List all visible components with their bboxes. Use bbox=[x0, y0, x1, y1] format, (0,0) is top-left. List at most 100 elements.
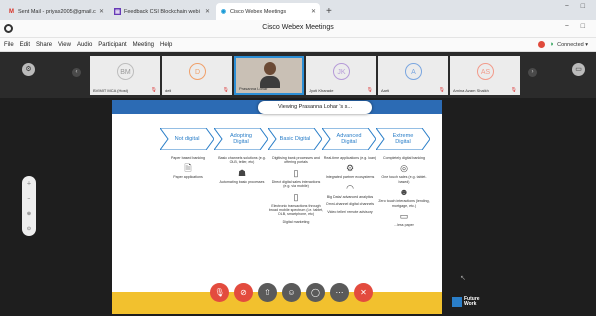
stage-item: Omni-channel digital channels bbox=[325, 202, 375, 207]
menu-edit[interactable]: Edit bbox=[20, 42, 30, 48]
participant-tile[interactable]: JK Jyoti Kharade 🎙 bbox=[306, 56, 376, 95]
scroll-left-icon[interactable]: ‹ bbox=[72, 68, 81, 77]
avatar: JK bbox=[333, 63, 350, 80]
app-window-controls[interactable]: − □ bbox=[565, 23, 590, 30]
connection-status[interactable]: ◗ Connected ▾ bbox=[537, 41, 588, 48]
stage-item: Real-time applications (e.g. loan) bbox=[323, 156, 377, 160]
menu-help[interactable]: Help bbox=[160, 42, 172, 48]
webex-icon: ◉ bbox=[220, 9, 227, 15]
annotate-icon[interactable]: ⊙ bbox=[27, 226, 31, 232]
viewing-banner[interactable]: Viewing Prasanna Lohar 's s... bbox=[258, 101, 372, 114]
muted-mic-icon: 🎙 bbox=[438, 87, 445, 93]
stage-item: Zero touch interactions (lending, mortga… bbox=[378, 199, 430, 208]
avatar: BM bbox=[117, 63, 134, 80]
participant-tile[interactable]: A Aarti 🎙 bbox=[378, 56, 448, 95]
person-icon: ☺ bbox=[287, 288, 296, 297]
leave-button[interactable]: ✕ bbox=[354, 283, 373, 302]
muted-mic-icon: 🎙 bbox=[366, 87, 373, 93]
tab-label: Cisco Webex Meetings bbox=[230, 8, 287, 15]
stage-label: Adopting Digital bbox=[229, 133, 253, 145]
participant-name: Jyoti Kharade bbox=[309, 87, 334, 93]
stage-label: Advanced Digital bbox=[336, 133, 362, 145]
gmail-icon: M bbox=[9, 8, 14, 15]
record-indicator-icon bbox=[537, 41, 545, 48]
zoom-in-icon[interactable]: ＋ bbox=[26, 180, 31, 187]
menu-file[interactable]: File bbox=[4, 42, 14, 48]
participant-name: BVIMIT MCA (Host) bbox=[93, 87, 129, 93]
chat-button[interactable]: ◯ bbox=[306, 283, 325, 302]
settings-icon[interactable]: ⚙ bbox=[22, 63, 35, 76]
stage-item: Video teller/ remote advisory bbox=[327, 209, 373, 214]
menu-share[interactable]: Share bbox=[36, 42, 52, 48]
menu-audio[interactable]: Audio bbox=[77, 42, 92, 48]
stage-item: Automating basic processes bbox=[219, 179, 265, 184]
stage-item: Integrated partner ecosystems bbox=[325, 175, 375, 180]
participant-video bbox=[260, 62, 280, 88]
participant-tile[interactable]: D deli 🎙 bbox=[162, 56, 232, 95]
browser-window-controls[interactable]: − □ bbox=[565, 3, 590, 10]
stage-label: Not digital bbox=[174, 136, 200, 142]
future-work-logo: Future Work bbox=[452, 292, 494, 312]
muted-mic-icon: 🎙 bbox=[222, 87, 229, 93]
tab-gmail[interactable]: M Sent Mail - priyas2005@gmail.c ✕ bbox=[4, 3, 108, 20]
stage-item: Completely digital banking bbox=[383, 156, 425, 160]
stage-item: Electronic transactions through broad mo… bbox=[268, 203, 324, 217]
layout-icon[interactable]: ▭ bbox=[572, 63, 585, 76]
tab-feedback[interactable]: ▤ Feedback CSI Blockchain webi ✕ bbox=[110, 3, 214, 20]
zoom-out-icon[interactable]: − bbox=[28, 196, 31, 202]
new-tab-button[interactable]: + bbox=[326, 6, 332, 17]
menu-participant[interactable]: Participant bbox=[98, 42, 126, 48]
stage-basic-digital: Basic Digital bbox=[268, 128, 322, 150]
muted-mic-icon: 🎙 bbox=[150, 87, 157, 93]
chat-icon: ◯ bbox=[311, 288, 320, 297]
more-icon: ⋯ bbox=[335, 288, 344, 297]
browser-tab-bar: M Sent Mail - priyas2005@gmail.c ✕ ▤ Fee… bbox=[0, 0, 596, 20]
menu-view[interactable]: View bbox=[58, 42, 71, 48]
stage-column-extreme-digital: Completely digital banking ◎ One touch s… bbox=[376, 156, 432, 230]
menu-meeting[interactable]: Meeting bbox=[133, 42, 154, 48]
meeting-controls: 🎙 ⊘ ⇧ ☺ ◯ ⋯ ✕ bbox=[210, 283, 378, 302]
scroll-right-icon[interactable]: › bbox=[528, 68, 537, 77]
participants-button[interactable]: ☺ bbox=[282, 283, 301, 302]
close-tab-icon[interactable]: ✕ bbox=[205, 8, 210, 15]
shared-slide: s Not digital Adopting Digital Basic Dig… bbox=[112, 100, 442, 314]
mute-button[interactable]: 🎙 bbox=[210, 283, 229, 302]
participant-strip: ⚙ ‹ BM BVIMIT MCA (Host) 🎙 D deli 🎙 Prasan… bbox=[0, 52, 596, 98]
zoom-toolbar: ＋ − ⊕ ⊙ bbox=[22, 176, 36, 236]
stage-column-basic-digital: Digitising bank processes and offering p… bbox=[268, 156, 324, 227]
fit-icon[interactable]: ⊕ bbox=[27, 211, 31, 217]
phone-hand-icon: ▯ bbox=[293, 167, 299, 178]
stage-item: Big Data/ advanced analytics bbox=[326, 194, 374, 199]
share-icon: ⇧ bbox=[264, 288, 271, 297]
brand-line2: Work bbox=[464, 301, 477, 307]
stage-adopting-digital: Adopting Digital bbox=[214, 128, 268, 150]
feedback-icon: ▤ bbox=[114, 8, 121, 15]
participant-name: Amina Azam Shaikh bbox=[453, 87, 489, 93]
stage-item: ...less paper bbox=[394, 223, 414, 228]
stage-column-advanced-digital: Real-time applications (e.g. loan) ⚙ Int… bbox=[322, 156, 378, 217]
close-tab-icon[interactable]: ✕ bbox=[311, 8, 316, 15]
future-work-icon bbox=[452, 297, 462, 307]
stage-item: Digitising bank processes and offering p… bbox=[272, 156, 320, 165]
avatar: D bbox=[189, 63, 206, 80]
video-button[interactable]: ⊘ bbox=[234, 283, 253, 302]
stage-label: Basic Digital bbox=[279, 136, 311, 142]
stage-advanced-digital: Advanced Digital bbox=[322, 128, 376, 150]
participant-name: Aarti bbox=[381, 87, 390, 93]
stage-item: One touch sales (e.g. tablet-based) bbox=[381, 175, 427, 184]
share-button[interactable]: ⇧ bbox=[258, 283, 277, 302]
stage-extreme-digital: Extreme Digital bbox=[376, 128, 430, 150]
mic-icon: 🎙 bbox=[214, 288, 225, 297]
stage-item: Paper based banking bbox=[171, 156, 205, 160]
participant-tile-active-speaker[interactable]: Prasanna Lohar bbox=[234, 56, 304, 95]
avatar: AS bbox=[477, 63, 494, 80]
participant-tile[interactable]: AS Amina Azam Shaikh 🎙 bbox=[450, 56, 520, 95]
tab-label: Sent Mail - priyas2005@gmail.c bbox=[18, 8, 96, 15]
tab-webex[interactable]: ◉ Cisco Webex Meetings ✕ bbox=[216, 3, 320, 20]
network-icon: ☗ bbox=[237, 167, 247, 178]
participant-tile[interactable]: BM BVIMIT MCA (Host) 🎙 bbox=[90, 56, 160, 95]
stage-not-digital: Not digital bbox=[160, 128, 214, 150]
close-tab-icon[interactable]: ✕ bbox=[99, 8, 104, 15]
menu-bar: File Edit Share View Audio Participant M… bbox=[0, 38, 596, 52]
more-button[interactable]: ⋯ bbox=[330, 283, 349, 302]
